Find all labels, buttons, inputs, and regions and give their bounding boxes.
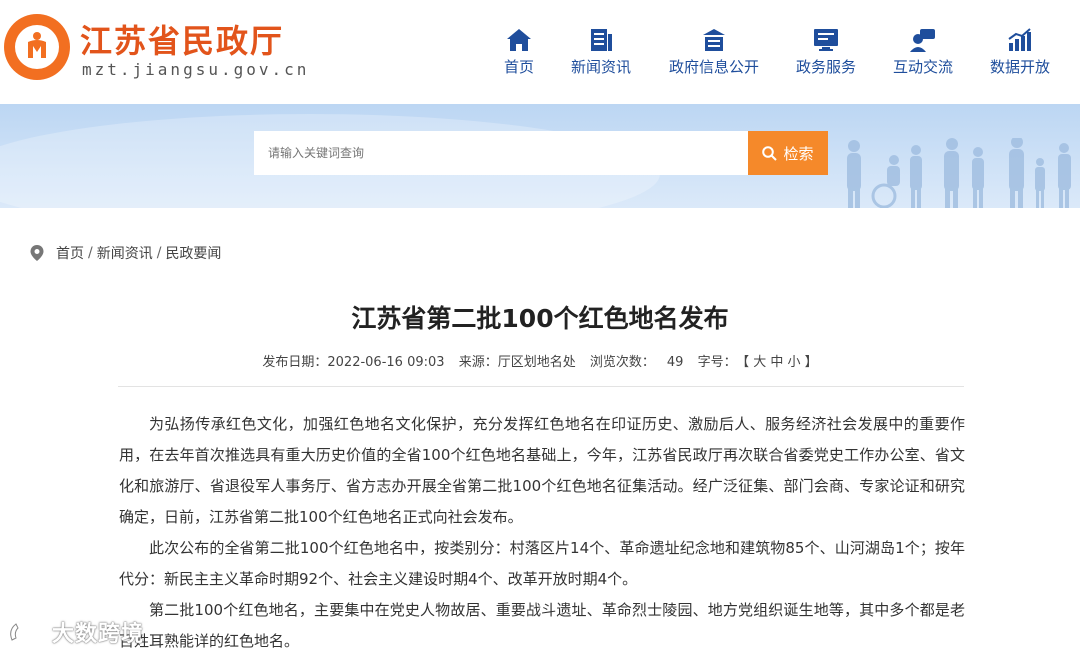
article-body: 为弘扬传承红色文化，加强红色地名文化保护，充分发挥红色地名在印证历史、激励后人、… xyxy=(119,409,965,657)
meta-source: 厅区划地名处 xyxy=(497,355,576,370)
nav-label-news: 新闻资讯 xyxy=(571,58,632,76)
nav-label-interaction: 互动交流 xyxy=(893,58,954,76)
news-icon xyxy=(591,29,612,51)
main-nav: 首页 新闻资讯 政府信息公开 政务服务 互动交流 数据开放 xyxy=(490,28,1080,88)
site-domain: mzt.jiangsu.gov.cn xyxy=(82,60,310,79)
breadcrumb-home[interactable]: 首页 xyxy=(56,243,84,263)
breadcrumb-civil-affairs-news[interactable]: 民政要闻 xyxy=(165,243,221,263)
article-meta: 发布日期：2022-06-16 09:03 来源：厅区划地名处 浏览次数： 49 … xyxy=(0,351,1080,370)
monitor-icon xyxy=(814,29,838,51)
meta-date-label: 发布日期： xyxy=(262,355,328,370)
watermark: 大数跨境 xyxy=(6,616,144,648)
search-button-label: 检索 xyxy=(783,144,814,163)
article-paragraph: 此次公布的全省第二批100个红色地名中，按类别分：村落区片14个、革命遗址纪念地… xyxy=(119,539,965,588)
search-input[interactable] xyxy=(254,131,748,175)
search-button[interactable]: 检索 xyxy=(748,131,828,175)
article-paragraph: 第二批100个红色地名，主要集中在党史人物故居、重要战斗遗址、革命烈士陵园、地方… xyxy=(119,601,965,650)
nav-item-home[interactable]: 首页 xyxy=(504,28,534,77)
nav-item-interaction[interactable]: 互动交流 xyxy=(893,28,953,77)
article-title: 江苏省第二批100个红色地名发布 xyxy=(351,304,729,333)
meta-font-label: 字号： xyxy=(697,355,737,370)
nav-label-open-data: 数据开放 xyxy=(990,58,1051,76)
chart-icon xyxy=(1008,28,1031,51)
nav-label-home: 首页 xyxy=(504,58,535,76)
people-silhouette-decoration xyxy=(847,138,1071,208)
breadcrumb: 首页 / 新闻资讯 / 民政要闻 xyxy=(30,243,221,263)
article-paragraph: 为弘扬传承红色文化，加强红色地名文化保护，充分发挥红色地名在印证历史、激励后人、… xyxy=(119,415,965,526)
nav-item-news[interactable]: 新闻资讯 xyxy=(571,28,631,77)
home-icon xyxy=(507,29,531,51)
site-header: 江苏省民政厅 mzt.jiangsu.gov.cn 首页 新闻资讯 政府信息公开… xyxy=(0,0,1080,104)
logo-figure-icon xyxy=(28,32,46,58)
search-icon xyxy=(762,145,778,161)
nav-label-government-info: 政府信息公开 xyxy=(669,58,760,76)
breadcrumb-separator: / xyxy=(88,245,93,261)
chat-icon xyxy=(910,29,935,52)
nav-item-open-data[interactable]: 数据开放 xyxy=(990,28,1050,77)
watermark-text: 大数跨境 xyxy=(52,622,145,647)
meta-views-label: 浏览次数： xyxy=(589,355,655,370)
watermark-logo-icon xyxy=(10,620,45,641)
nav-label-services: 政务服务 xyxy=(796,58,857,76)
nav-item-services[interactable]: 政务服务 xyxy=(796,28,856,77)
breadcrumb-news[interactable]: 新闻资讯 xyxy=(97,243,153,263)
meta-date: 2022-06-16 09:03 xyxy=(327,355,445,370)
meta-views: 49 xyxy=(666,355,684,370)
nav-item-government-info[interactable]: 政府信息公开 xyxy=(669,28,759,77)
font-size-switcher[interactable]: 【 大 中 小 】 xyxy=(743,355,818,370)
meta-source-label: 来源： xyxy=(458,355,498,370)
title-divider xyxy=(118,386,964,387)
breadcrumb-separator: / xyxy=(156,245,162,261)
site-logo[interactable] xyxy=(4,14,70,80)
government-icon xyxy=(703,29,725,51)
site-title[interactable]: 江苏省民政厅 xyxy=(80,16,284,62)
location-pin-icon xyxy=(30,245,44,261)
